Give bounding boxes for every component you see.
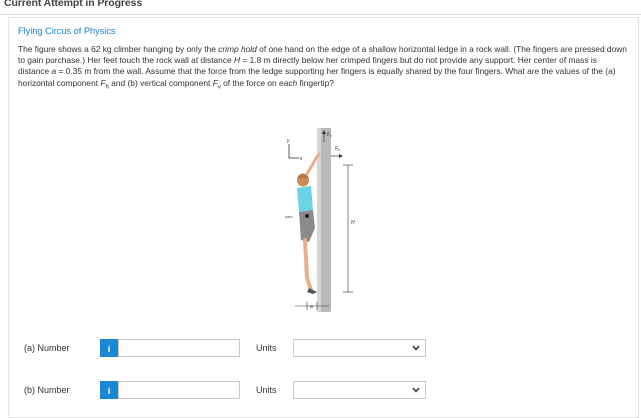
- number-input-a[interactable]: [118, 339, 240, 357]
- problem-title[interactable]: Flying Circus of Physics: [18, 26, 116, 36]
- top-bar: Current Attempt in Progress: [0, 0, 641, 15]
- y-axis-label: y: [286, 138, 290, 144]
- com-label: com: [285, 214, 293, 219]
- units-select-a[interactable]: [293, 339, 426, 357]
- answer-b-label: (b) Number: [24, 385, 70, 395]
- climber-leg: [303, 238, 313, 292]
- units-label-b: Units: [256, 385, 277, 395]
- fv-label: Fv: [327, 132, 332, 138]
- number-input-b[interactable]: [118, 381, 240, 399]
- com-dot: [305, 214, 309, 218]
- info-button-a[interactable]: i: [100, 339, 118, 357]
- climber-shirt: [297, 186, 313, 212]
- climber-diagram: y x Fv Fh H com a: [285, 128, 355, 312]
- climber-figure: y x Fv Fh H com a: [255, 120, 415, 320]
- answer-row-a: (a) Number i Units: [0, 338, 641, 360]
- fh-label: Fh: [335, 146, 340, 152]
- problem-text: The figure shows a 62 kg climber hanging…: [18, 44, 627, 91]
- x-axis-label: x: [299, 156, 303, 162]
- chevron-down-icon: [412, 345, 420, 351]
- units-label-a: Units: [256, 343, 277, 353]
- a-label: a: [310, 304, 313, 310]
- answer-a-label: (a) Number: [24, 343, 70, 353]
- chevron-down-icon: [412, 387, 420, 393]
- units-select-b[interactable]: [293, 381, 426, 399]
- answer-row-b: (b) Number i Units: [0, 380, 641, 402]
- h-label: H: [351, 220, 355, 226]
- info-button-b[interactable]: i: [100, 381, 118, 399]
- attempt-status: Current Attempt in Progress: [4, 0, 143, 9]
